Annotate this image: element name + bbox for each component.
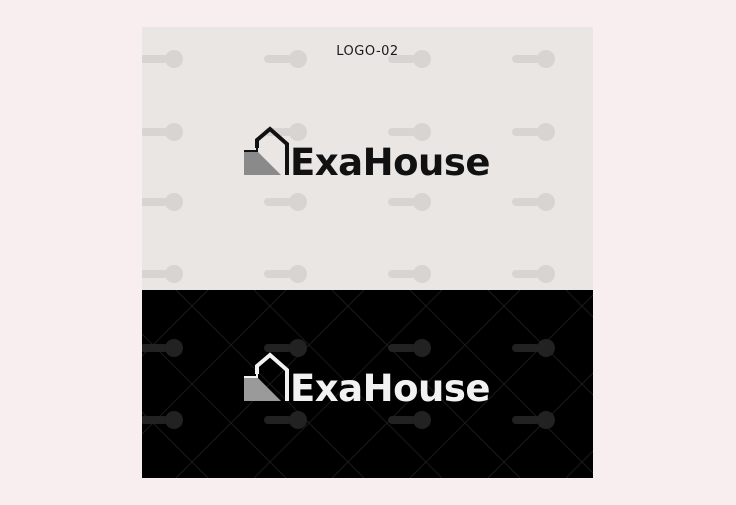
stamp-icon [142, 123, 183, 141]
stamp-icon [512, 123, 555, 141]
version-label: LOGO-02 [336, 44, 399, 59]
stamp-icon [142, 193, 183, 211]
stamp-icon [512, 411, 555, 429]
stamp-icon [512, 193, 555, 211]
brand-wordmark: ExaHouse [290, 367, 490, 404]
exahouse-logo-light: ExaHouse [244, 126, 490, 178]
brand-wordmark: ExaHouse [290, 141, 490, 178]
exahouse-logo-dark: ExaHouse [244, 352, 490, 404]
stamp-icon [388, 411, 431, 429]
stamp-icon [142, 265, 183, 283]
stamp-icon [264, 193, 307, 211]
stamp-icon [142, 339, 183, 357]
stamp-icon [512, 339, 555, 357]
stamp-icon [388, 193, 431, 211]
stamp-icon [388, 265, 431, 283]
light-background-panel: LOGO-02 ExaHouse [142, 27, 593, 290]
logo-presentation-card: LOGO-02 ExaHouse ExaHouse [142, 27, 593, 478]
stamp-icon [264, 265, 307, 283]
dark-background-panel: ExaHouse [142, 290, 593, 478]
house-icon [244, 126, 289, 175]
stamp-icon [264, 411, 307, 429]
roof-shade-shape [244, 151, 281, 175]
stamp-icon [142, 411, 183, 429]
house-icon [244, 352, 289, 401]
roof-shade-shape [244, 377, 281, 401]
stamp-icon [512, 265, 555, 283]
